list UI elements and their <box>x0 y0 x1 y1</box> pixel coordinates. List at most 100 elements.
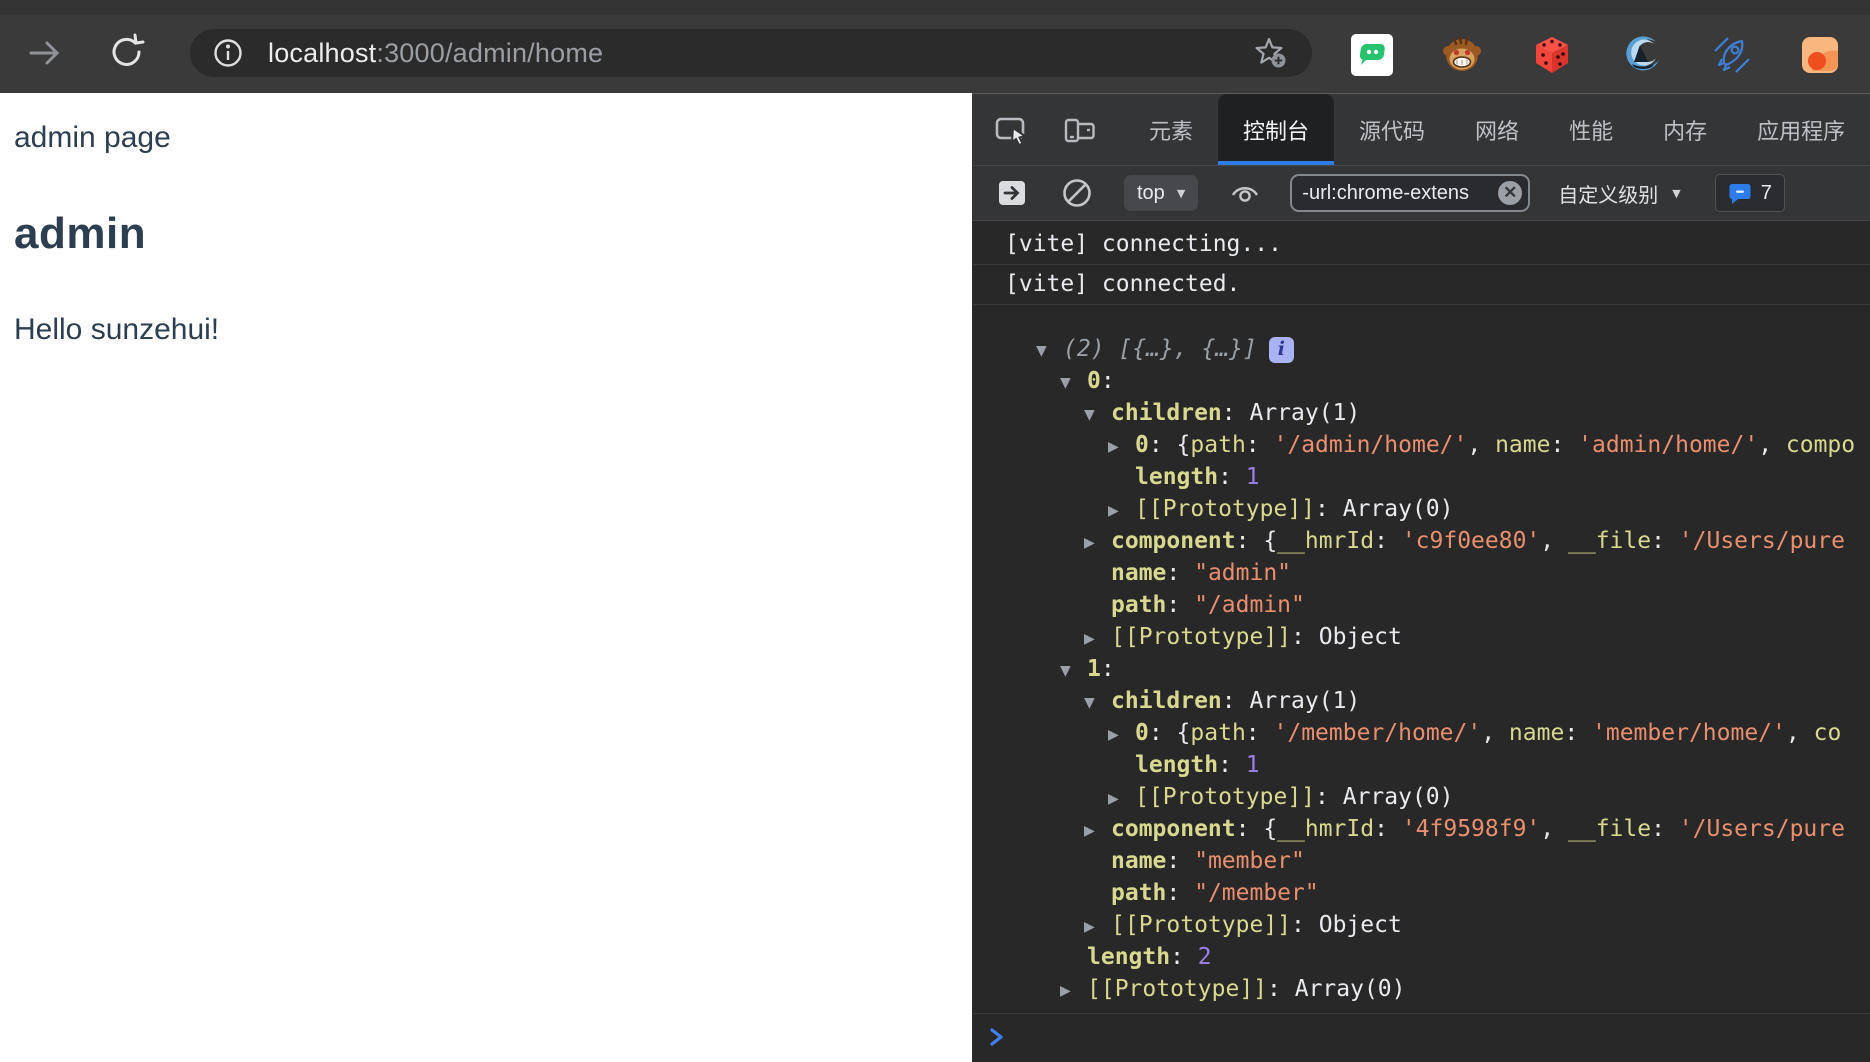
tree-text-segment: Array(0) <box>1342 784 1454 810</box>
tree-text-segment: '/Users/pure <box>1678 816 1845 842</box>
clear-console-icon[interactable] <box>1060 176 1094 210</box>
expand-arrow-icon[interactable]: ▼ <box>1084 687 1111 719</box>
console-tree-row: path: "/member" <box>972 877 1870 909</box>
show-console-sidebar-icon[interactable] <box>996 177 1028 209</box>
tree-text-segment: length <box>1135 464 1219 490</box>
console-tree-row: ▼ children: Array(1) <box>972 397 1870 429</box>
console-tree-row: length: 1 <box>972 749 1870 781</box>
expand-arrow-icon[interactable]: ▼ <box>1084 399 1111 431</box>
live-expression-eye-icon[interactable] <box>1228 176 1262 210</box>
tree-text-segment: (2) [{…}, {…}] <box>1063 336 1257 362</box>
expand-arrow-icon[interactable]: ▶ <box>1108 719 1135 751</box>
context-selector[interactable]: top ▼ <box>1124 175 1199 211</box>
console-prompt[interactable] <box>972 1013 1870 1059</box>
browser-toolbar: localhost:3000/admin/home <box>0 0 1870 93</box>
log-level-value: 自定义级别 <box>1558 184 1659 207</box>
tree-text-segment: name <box>1111 848 1167 874</box>
reload-button[interactable] <box>104 30 150 76</box>
tab-performance[interactable]: 性能 <box>1544 94 1638 165</box>
expand-arrow-icon[interactable]: ▶ <box>1084 911 1111 943</box>
tree-text-segment: 'admin/home/' <box>1578 432 1759 458</box>
tree-text-segment: 'member/home/' <box>1592 720 1786 746</box>
tree-text-segment: component <box>1111 816 1236 842</box>
console-tree-row: length: 1 <box>972 461 1870 493</box>
tree-text-segment: : <box>1100 368 1115 394</box>
value-info-icon[interactable]: i <box>1268 337 1294 363</box>
tab-memory[interactable]: 内存 <box>1638 94 1732 165</box>
tree-text-segment: : <box>1245 720 1274 746</box>
tree-text-segment: 0 <box>1087 368 1101 394</box>
tree-text-segment: , <box>1540 816 1568 842</box>
url-bar[interactable]: localhost:3000/admin/home <box>190 29 1312 77</box>
tree-text-segment: : <box>1291 624 1319 650</box>
tree-text-segment: [[Prototype]] <box>1087 976 1268 1002</box>
console-tree-row: ▶ [[Prototype]]: Array(0) <box>972 781 1870 813</box>
tree-text-segment: : { <box>1235 528 1278 554</box>
tree-text-segment: Array(1) <box>1249 400 1361 426</box>
tree-text-segment: : { <box>1235 816 1278 842</box>
chevron-down-icon: ▼ <box>1176 186 1186 200</box>
console-tree-row: path: "/admin" <box>972 589 1870 621</box>
console-filter-input[interactable] <box>1302 181 1499 205</box>
tab-application[interactable]: 应用程序 <box>1732 94 1870 165</box>
clear-filter-icon[interactable]: ✕ <box>1498 181 1523 205</box>
log-level-selector[interactable]: 自定义级别 ▼ <box>1558 179 1680 208</box>
site-info-icon[interactable] <box>212 37 244 69</box>
tree-text-segment: name <box>1111 560 1167 586</box>
expand-arrow-icon[interactable]: ▶ <box>1084 623 1111 655</box>
expand-arrow-icon[interactable]: ▼ <box>1036 335 1063 367</box>
tab-network[interactable]: 网络 <box>1450 94 1544 165</box>
tree-text-segment: compo <box>1785 432 1856 458</box>
extensions-strip <box>1350 33 1844 77</box>
console-tree-row: ▶ [[Prototype]]: Object <box>972 621 1870 653</box>
console-toolbar: top ▼ ✕ 自定义级别 ▼ 7 <box>972 166 1870 221</box>
tree-text-segment: 1 <box>1245 752 1260 778</box>
device-toolbar-icon[interactable] <box>1062 112 1098 148</box>
url-host: localhost <box>268 37 377 68</box>
window-top-strip <box>0 0 1870 15</box>
url-text: localhost:3000/admin/home <box>268 38 603 69</box>
expand-arrow-icon[interactable]: ▶ <box>1108 783 1135 815</box>
console-tree-row: ▶ 0: {path: '/admin/home/', name: 'admin/… <box>972 429 1870 461</box>
issues-counter[interactable]: 7 <box>1714 174 1785 212</box>
bookmark-star-icon[interactable] <box>1252 34 1290 72</box>
prompt-chevron-icon <box>990 1027 1003 1046</box>
tree-text-segment: : <box>1245 432 1274 458</box>
monkey-extension-icon[interactable] <box>1440 33 1484 77</box>
devtools-tabbar: 元素 控制台 源代码 网络 性能 内存 应用程序 <box>972 94 1870 166</box>
tree-text-segment: 1 <box>1087 656 1101 682</box>
tree-text-segment: : <box>1166 592 1195 618</box>
tree-text-segment: : <box>1651 816 1679 842</box>
expand-arrow-icon[interactable]: ▶ <box>1108 431 1135 463</box>
green-chat-extension-icon[interactable] <box>1350 33 1394 77</box>
rocket-extension-icon[interactable] <box>1710 33 1754 77</box>
chevron-down-icon: ▼ <box>1672 186 1681 200</box>
tab-elements[interactable]: 元素 <box>1124 94 1218 165</box>
tree-text-segment: : <box>1564 720 1593 746</box>
expand-arrow-icon[interactable]: ▶ <box>1084 527 1111 559</box>
orange-blob-extension-icon[interactable] <box>1800 33 1844 77</box>
tree-text-segment: path <box>1111 880 1167 906</box>
tree-text-segment: '/member/home/' <box>1273 720 1482 746</box>
wave-sailboat-extension-icon[interactable] <box>1620 33 1664 77</box>
devtools-tabs: 元素 控制台 源代码 网络 性能 内存 应用程序 <box>1124 94 1870 165</box>
tab-console[interactable]: 控制台 <box>1218 94 1335 165</box>
console-tree-row: ▶ [[Prototype]]: Object <box>972 909 1870 941</box>
tree-text-segment: '/Users/pure <box>1678 528 1845 554</box>
inspect-element-icon[interactable] <box>994 112 1030 148</box>
expand-arrow-icon[interactable]: ▶ <box>1084 815 1111 847</box>
forward-button[interactable] <box>24 33 66 75</box>
expand-arrow-icon[interactable]: ▶ <box>1108 495 1135 527</box>
tree-text-segment: : <box>1315 784 1343 810</box>
issues-bubble-icon <box>1729 184 1751 204</box>
red-dice-extension-icon[interactable] <box>1530 33 1574 77</box>
tab-sources[interactable]: 源代码 <box>1334 94 1450 165</box>
tree-text-segment: length <box>1135 752 1219 778</box>
tree-text-segment: 1 <box>1245 464 1260 490</box>
tree-text-segment: co <box>1813 720 1842 746</box>
tree-text-segment: '/admin/home/' <box>1273 432 1468 458</box>
expand-arrow-icon[interactable]: ▼ <box>1060 655 1087 687</box>
expand-arrow-icon[interactable]: ▼ <box>1060 367 1087 399</box>
expand-arrow-icon[interactable]: ▶ <box>1060 975 1087 1007</box>
page-title: admin <box>14 209 147 258</box>
